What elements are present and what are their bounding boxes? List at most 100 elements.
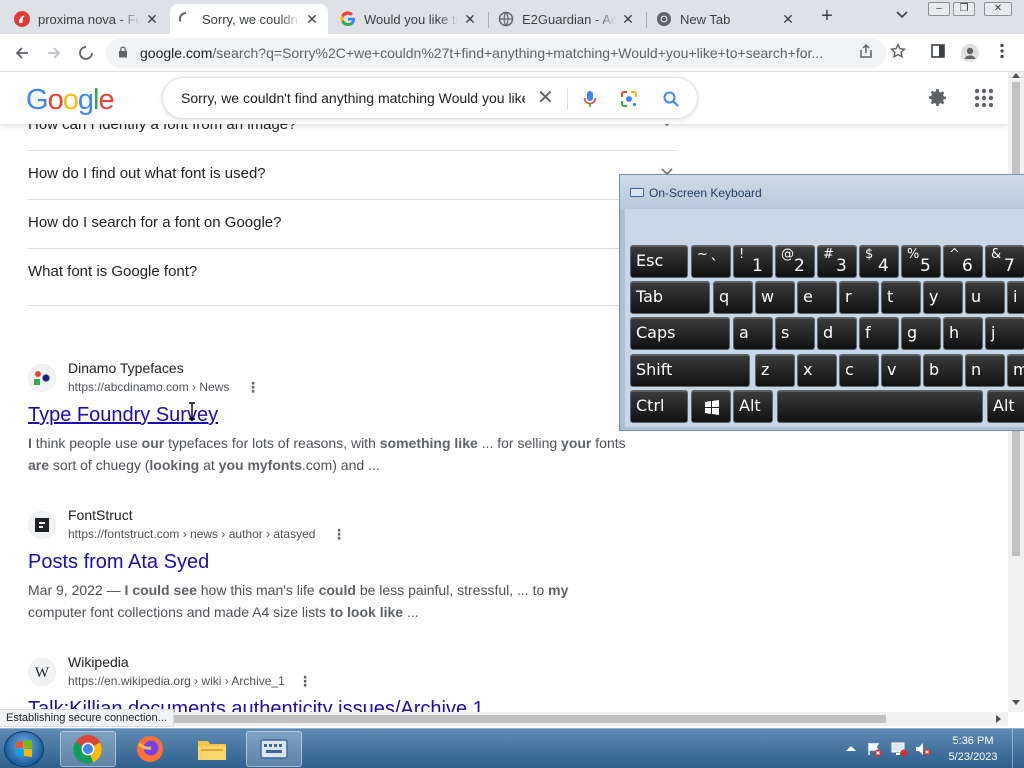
volume-muted-icon[interactable] bbox=[914, 741, 932, 757]
tab-e2guardian[interactable]: E2Guardian - Acc ✕ bbox=[490, 4, 644, 34]
google-logo[interactable]: Google bbox=[26, 84, 115, 117]
osk-key-b[interactable]: b bbox=[923, 354, 963, 387]
osk-key-d[interactable]: d bbox=[817, 317, 857, 350]
osk-key-ctrl[interactable]: Ctrl bbox=[630, 390, 688, 423]
paa-question[interactable]: How do I find out what font is used? bbox=[28, 151, 678, 200]
result-more-options-icon[interactable]: ⋮ bbox=[332, 526, 346, 543]
restore-button[interactable]: ❐ bbox=[953, 2, 975, 16]
osk-key-h[interactable]: h bbox=[943, 317, 983, 350]
google-apps-grid-icon[interactable] bbox=[972, 86, 996, 110]
osk-key-4[interactable]: $4 bbox=[859, 245, 899, 278]
show-desktop-button[interactable] bbox=[1012, 729, 1024, 768]
stop-loading-button[interactable] bbox=[74, 41, 98, 65]
settings-gear-icon[interactable] bbox=[926, 86, 950, 110]
share-icon[interactable] bbox=[856, 43, 876, 63]
osk-key-i[interactable]: i bbox=[1007, 281, 1024, 314]
search-icon[interactable] bbox=[660, 88, 682, 110]
osk-key-label: y bbox=[929, 287, 939, 306]
osk-key-j[interactable]: j bbox=[985, 317, 1024, 350]
paa-question[interactable]: What font is Google font? bbox=[28, 249, 678, 306]
minimize-button[interactable]: – bbox=[928, 2, 950, 16]
tab-would-you-like[interactable]: Would you like to ✕ bbox=[332, 4, 486, 34]
result-more-options-icon[interactable]: ⋮ bbox=[246, 379, 260, 396]
osk-key-e[interactable]: e bbox=[797, 281, 837, 314]
taskbar-explorer[interactable] bbox=[184, 731, 240, 767]
scroll-down-arrow-icon[interactable] bbox=[1012, 700, 1020, 706]
tab-search-chevron-icon[interactable] bbox=[896, 8, 908, 22]
bookmark-star-icon[interactable] bbox=[888, 42, 908, 63]
tab-close-icon[interactable]: ✕ bbox=[780, 11, 796, 28]
osk-key-r[interactable]: r bbox=[839, 281, 879, 314]
chrome-icon bbox=[73, 735, 102, 764]
osk-key-m[interactable]: m bbox=[1007, 354, 1024, 387]
osk-key-a[interactable]: a bbox=[733, 317, 773, 350]
on-screen-keyboard-window[interactable]: On-Screen Keyboard Esc ~ `! 1 @2 #3 $4% 5 ^ 6 & 7 Ta… bbox=[619, 174, 1024, 431]
side-panel-icon[interactable] bbox=[928, 43, 948, 63]
forward-button[interactable] bbox=[42, 41, 66, 65]
osk-key-w[interactable]: w bbox=[755, 281, 795, 314]
tab-sorry-search[interactable]: Sorry, we couldn't ✕ bbox=[170, 4, 328, 34]
osk-key-6[interactable]: ^ 6 bbox=[943, 245, 983, 278]
address-bar[interactable]: google.com/search?q=Sorry%2C+we+couldn%2… bbox=[106, 38, 886, 68]
osk-key-1[interactable]: ! 1 bbox=[733, 245, 773, 278]
osk-key-g[interactable]: g bbox=[901, 317, 941, 350]
osk-key-c[interactable]: c bbox=[839, 354, 879, 387]
result-more-options-icon[interactable]: ⋮ bbox=[298, 673, 312, 690]
google-lens-icon[interactable] bbox=[618, 88, 640, 110]
osk-key-f[interactable]: f bbox=[859, 317, 899, 350]
osk-key-z[interactable]: z bbox=[755, 354, 795, 387]
browser-menu-icon[interactable] bbox=[992, 43, 1012, 63]
osk-key-7[interactable]: & 7 bbox=[985, 245, 1024, 278]
osk-key-5[interactable]: % 5 bbox=[901, 245, 941, 278]
result-title-link[interactable]: Posts from Ata Syed bbox=[28, 551, 209, 574]
tab-proxima-nova[interactable]: proxima nova - Fo ✕ bbox=[6, 4, 168, 34]
taskbar-firefox[interactable] bbox=[122, 731, 178, 767]
tab-close-icon[interactable]: ✕ bbox=[620, 11, 636, 28]
network-icon[interactable] bbox=[890, 741, 908, 757]
search-box[interactable]: Sorry, we couldn't find anything matchin… bbox=[162, 77, 698, 119]
dinamo-favicon-icon bbox=[28, 364, 56, 392]
microphone-icon[interactable] bbox=[579, 88, 601, 110]
osk-key-u[interactable]: u bbox=[965, 281, 1005, 314]
profile-avatar-icon[interactable] bbox=[960, 43, 980, 63]
start-button[interactable] bbox=[4, 731, 44, 767]
tab-close-icon[interactable]: ✕ bbox=[144, 11, 160, 28]
osk-key-v[interactable]: v bbox=[881, 354, 921, 387]
scroll-right-arrow-icon[interactable] bbox=[996, 715, 1002, 723]
osk-key-alt[interactable]: Alt bbox=[733, 390, 773, 423]
osk-key-2[interactable]: @2 bbox=[775, 245, 815, 278]
svg-text:W: W bbox=[35, 665, 50, 681]
back-button[interactable] bbox=[10, 41, 34, 65]
osk-key-label: r bbox=[845, 287, 852, 306]
osk-key-t[interactable]: t bbox=[881, 281, 921, 314]
osk-key-tab[interactable]: Tab bbox=[630, 281, 710, 314]
action-center-flag-icon[interactable] bbox=[866, 741, 882, 757]
clear-search-icon[interactable]: ✕ bbox=[537, 87, 554, 109]
osk-key-space[interactable] bbox=[777, 390, 983, 423]
tab-new-tab[interactable]: New Tab ✕ bbox=[648, 4, 804, 34]
paa-question[interactable]: How do I search for a font on Google? bbox=[28, 200, 678, 249]
search-input[interactable]: Sorry, we couldn't find anything matchin… bbox=[181, 90, 525, 106]
new-tab-button[interactable]: + bbox=[816, 6, 838, 28]
osk-key-n[interactable]: n bbox=[965, 354, 1005, 387]
osk-key-esc[interactable]: Esc bbox=[630, 245, 688, 278]
osk-title-bar[interactable]: On-Screen Keyboard bbox=[620, 175, 1024, 209]
osk-key-shift[interactable]: Shift bbox=[630, 354, 750, 387]
osk-key-x[interactable]: x bbox=[797, 354, 837, 387]
taskbar-on-screen-keyboard[interactable] bbox=[246, 731, 302, 767]
osk-key-y[interactable]: y bbox=[923, 281, 963, 314]
tab-close-icon[interactable]: ✕ bbox=[304, 11, 320, 28]
osk-key-q[interactable]: q bbox=[713, 281, 753, 314]
show-hidden-icons-icon[interactable] bbox=[846, 745, 856, 751]
osk-key-s[interactable]: s bbox=[775, 317, 815, 350]
close-window-button[interactable]: ✕ bbox=[984, 2, 1012, 16]
osk-key-alt[interactable]: Alt bbox=[987, 390, 1024, 423]
osk-key-windows[interactable] bbox=[691, 390, 731, 423]
taskbar-clock[interactable]: 5:36 PM 5/23/2023 bbox=[940, 733, 1006, 765]
scroll-up-arrow-icon[interactable] bbox=[1012, 72, 1020, 78]
osk-key-`[interactable]: ~ ` bbox=[691, 245, 731, 278]
taskbar-chrome[interactable] bbox=[60, 731, 116, 767]
osk-key-caps[interactable]: Caps bbox=[630, 317, 730, 350]
tab-close-icon[interactable]: ✕ bbox=[462, 11, 478, 28]
osk-key-3[interactable]: #3 bbox=[817, 245, 857, 278]
